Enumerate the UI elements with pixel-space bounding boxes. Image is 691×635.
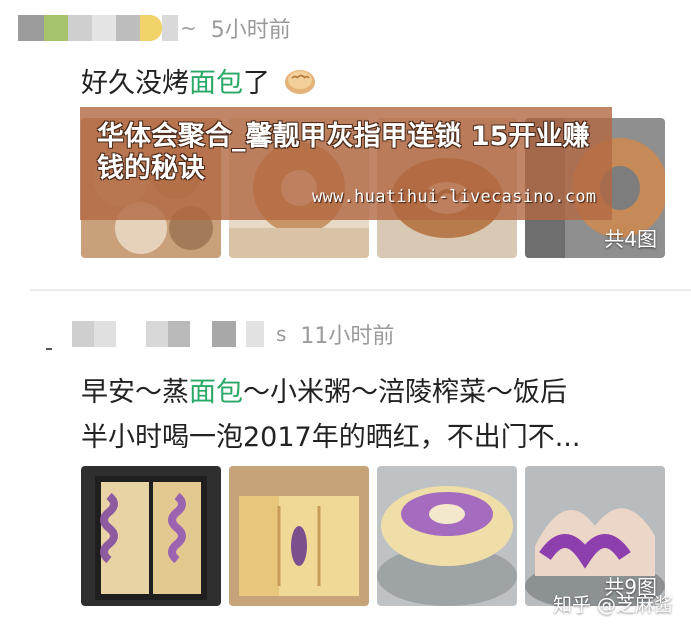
- photo-thumb[interactable]: [229, 466, 369, 606]
- post-divider: [30, 289, 691, 291]
- post-time: 11小时前: [300, 324, 395, 349]
- post-text-part: ～小米粥～涪陵榨菜～饭后: [243, 377, 567, 408]
- post-header: s 11小时前: [72, 318, 394, 350]
- zhihu-watermark: 知乎 @芝麻酱: [552, 594, 673, 616]
- ad-url[interactable]: www.huatihui-livecasino.com: [312, 187, 596, 207]
- photo-thumb[interactable]: [81, 466, 221, 606]
- image-grid: 共9图: [81, 466, 665, 606]
- blurred-username[interactable]: [72, 320, 276, 348]
- post-text-part: 了: [243, 68, 270, 99]
- photo-thumb[interactable]: [377, 466, 517, 606]
- post-text-part: 好久没烤: [81, 68, 189, 99]
- post-text-line-2: 半小时喝一泡2017年的晒红，不出门不...: [81, 422, 581, 453]
- post-text-line-1: 早安～蒸面包～小米粥～涪陵榨菜～饭后: [81, 370, 567, 409]
- bread-emoji-icon: [283, 66, 317, 103]
- topic-link[interactable]: 面包: [189, 377, 243, 408]
- topic-link[interactable]: 面包: [189, 68, 243, 99]
- post-text: 好久没烤面包了: [81, 61, 317, 103]
- blurred-username[interactable]: [18, 14, 178, 42]
- ad-title: 华体会聚合_馨靓甲灰指甲连锁 15开业赚钱的秘诀: [97, 121, 590, 184]
- tilde-mark: ~: [180, 16, 197, 40]
- photo-thumb[interactable]: 共9图: [525, 466, 665, 606]
- post-time: 5小时前: [210, 18, 291, 43]
- separator-dot: [46, 348, 52, 350]
- image-count-badge: 共4图: [604, 227, 657, 251]
- ad-overlay[interactable]: 华体会聚合_馨靓甲灰指甲连锁 15开业赚钱的秘诀 www.huatihui-li…: [80, 107, 612, 220]
- post-header: ~ 5小时前: [18, 12, 291, 44]
- feed-post-2: s 11小时前 早安～蒸面包～小米粥～涪陵榨菜～饭后 半小时喝一泡2017年的晒…: [0, 298, 691, 635]
- post-text-part: 早安～蒸: [81, 377, 189, 408]
- username-suffix: s: [276, 322, 287, 346]
